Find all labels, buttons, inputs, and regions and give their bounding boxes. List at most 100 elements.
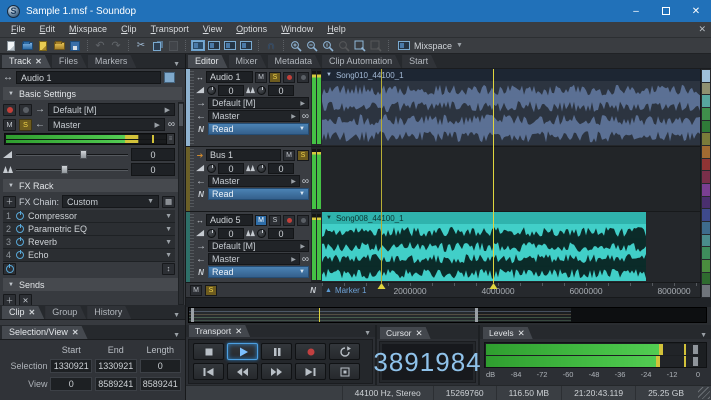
panel-scrollbar[interactable] [178,102,184,305]
track-color-block[interactable] [702,197,710,209]
track-color-block[interactable] [702,83,710,95]
output-bus-dropdown[interactable]: Default [M]▶ [48,103,175,116]
tab-mixer[interactable]: Mixer [229,55,267,68]
close-tab-icon[interactable]: ✕ [72,326,79,339]
pan-value[interactable]: 0 [268,163,294,174]
chevron-down-icon[interactable]: ▼ [165,213,172,220]
track-color-swatch[interactable] [164,72,175,83]
fx-chain-manager-icon[interactable]: ▦ [162,196,175,208]
selection-length-field[interactable]: 0 [140,359,182,373]
go-end-button[interactable] [295,363,326,380]
audio-clip[interactable]: ▼Song010_44100_1 [322,69,700,145]
track-color-block[interactable] [702,184,710,196]
link-icon[interactable]: ∞ [302,254,309,265]
tile-horizontal-icon[interactable] [223,39,237,52]
input-bus-dropdown[interactable]: Master▶ [208,253,300,265]
track-color-block[interactable] [702,159,710,171]
record-button[interactable] [295,343,326,360]
track-name-field[interactable]: Bus 1 [206,149,281,161]
open-project-icon[interactable] [52,39,66,52]
navigator-view-window[interactable] [191,308,478,322]
menu-options[interactable]: Options [229,22,274,37]
tab-metadata[interactable]: Metadata [268,55,322,68]
track-color-nav[interactable] [700,69,711,298]
tab-markers[interactable]: Markers [88,55,137,68]
chevron-down-icon[interactable]: ▼ [165,239,172,246]
undo-icon[interactable]: ↶ [93,39,107,52]
close-tab-icon[interactable]: ✕ [416,327,423,339]
tab-start[interactable]: Start [402,55,437,68]
remove-send-button[interactable]: ✕ [19,294,32,305]
volume-knob[interactable] [207,229,216,238]
link-icon[interactable]: ∞ [168,119,175,130]
close-button[interactable]: ✕ [681,0,711,22]
clip-collapse-icon[interactable]: ▼ [326,72,332,78]
track-name-field[interactable]: Audio 1 [206,71,253,83]
stop-all-button[interactable] [329,363,360,380]
track-color-block[interactable] [702,209,710,221]
close-tab-icon[interactable]: ✕ [29,306,36,319]
fx-item[interactable]: 2 Parametric EQ ▼ [3,223,175,236]
track-color-block[interactable] [702,95,710,107]
maximize-button[interactable] [651,0,681,22]
power-icon[interactable] [16,212,24,220]
play-button[interactable] [227,343,258,360]
track-color-block[interactable] [702,146,710,158]
input-monitor-button[interactable] [297,72,309,83]
track-color-block[interactable] [702,235,710,247]
resize-grip[interactable] [698,387,710,399]
track-color-block[interactable] [702,70,710,82]
track-color-block[interactable] [702,121,710,133]
loop-button[interactable] [329,343,360,360]
menu-transport[interactable]: Transport [144,22,196,37]
navigator-left-handle[interactable] [191,308,194,322]
record-arm-button[interactable] [3,104,16,116]
fx-item[interactable]: 1 Compressor ▼ [3,210,175,223]
input-bus-dropdown[interactable]: Master▶ [208,175,300,187]
volume-knob[interactable] [207,86,216,95]
solo-button[interactable]: S [269,215,281,226]
track-color-block[interactable] [702,222,710,234]
selection-end-field[interactable]: 1330921 [95,359,137,373]
tab-clip-automation[interactable]: Clip Automation [322,55,401,68]
paste-icon[interactable] [166,39,180,52]
clip-collapse-icon[interactable]: ▼ [326,215,332,221]
tab-history[interactable]: History [87,306,131,319]
fx-chain-dropdown[interactable]: Custom▼ [62,195,159,208]
power-icon[interactable] [16,238,24,246]
pan-slider[interactable] [16,165,128,174]
track-lane-bus1[interactable] [322,147,700,211]
power-icon[interactable] [16,251,24,259]
power-icon[interactable] [16,225,24,233]
new-project-icon[interactable] [36,39,50,52]
add-send-button[interactable]: ＋ [3,294,16,305]
track-lane-audio5[interactable]: ▼Song008_44100_1 [322,212,700,282]
mixspace-dropdown[interactable]: Mixspace ▼ [393,41,468,51]
volume-value[interactable]: 0 [218,163,244,174]
timeline-ruler[interactable]: ▲Marker 1 2000000 4000000 6000000 800000… [322,283,700,297]
input-bus-dropdown[interactable]: Master▶ [208,110,300,122]
track-color-block[interactable] [702,108,710,120]
mute-button[interactable]: M [3,119,16,131]
volume-value[interactable]: 0 [218,85,244,96]
cascade-windows-icon[interactable] [207,39,221,52]
basic-settings-header[interactable]: ▼Basic Settings [3,87,182,100]
input-bus-dropdown[interactable]: Master▶ [48,118,165,131]
link-icon[interactable]: ∞ [302,111,309,122]
sends-header[interactable]: ▼Sends [3,278,182,291]
fx-item[interactable]: 3 Reverb ▼ [3,236,175,249]
close-tab-icon[interactable]: ✕ [518,327,525,339]
menu-mixspace[interactable]: Mixspace [62,22,114,37]
track-color-block[interactable] [702,285,710,297]
save-icon[interactable] [68,39,82,52]
chevron-down-icon[interactable]: ▼ [165,226,172,233]
open-file-icon[interactable] [20,39,34,52]
mute-button[interactable]: M [255,215,267,226]
zoom-out-v-icon[interactable] [337,39,351,52]
tile-vertical-icon[interactable] [239,39,253,52]
panel-menu-icon[interactable]: ▼ [173,61,180,68]
tab-group[interactable]: Group [45,306,86,319]
fx-item[interactable]: 4 Echo ▼ [3,249,175,262]
tab-track[interactable]: Track✕ [2,55,51,68]
view-end-field[interactable]: 8589241 [95,377,137,391]
